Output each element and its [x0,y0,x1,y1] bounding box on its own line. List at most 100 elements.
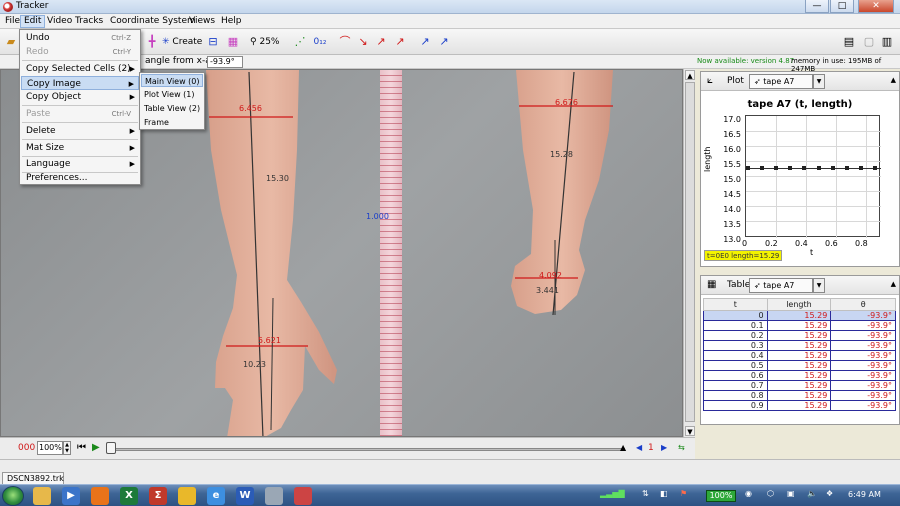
clock[interactable]: 6:49 AM [848,490,881,499]
table-row[interactable]: 0.1 15.29 -93.9° [703,320,896,331]
loop-icon[interactable]: ⇆ [678,442,685,454]
tray-app-icon[interactable]: ❖ [826,489,833,498]
scroll-up-icon[interactable]: ▲ [685,70,695,80]
plot-view-item[interactable]: Plot View (1) [141,88,203,101]
column-header-length[interactable]: length [766,298,832,311]
reset-icon[interactable]: ⏮ [77,442,86,454]
column-header-t[interactable]: t [703,298,768,311]
table-view-item[interactable]: Table View (2) [141,102,203,115]
table-cell[interactable]: 15.29 [766,320,832,331]
ie-icon[interactable]: e [207,487,225,505]
word-icon[interactable]: W [236,487,254,505]
table-cell[interactable]: -93.9° [830,350,896,361]
measure-label[interactable]: 6.456 [239,104,262,113]
table-cell[interactable]: 0.4 [703,350,768,361]
table-cell[interactable]: 0.7 [703,380,768,391]
data-point[interactable] [760,166,765,171]
table-cell[interactable]: 15.29 [766,370,832,381]
vector-a-icon[interactable]: ↗ [418,35,432,49]
language-item[interactable]: Language ▶ [21,157,139,171]
redo-item[interactable]: Redo Ctrl-Y [21,45,139,59]
trail-icon[interactable]: ⋰ [293,35,307,49]
measure-label[interactable]: 4.092 [539,271,562,280]
frame-number[interactable]: 000 [18,443,35,453]
table-cell[interactable]: -93.9° [830,370,896,381]
table-cell[interactable]: 0.6 [703,370,768,381]
zoom-field[interactable]: 100% [37,441,63,455]
frame-item[interactable]: Frame [141,116,203,129]
data-point[interactable] [816,166,821,171]
table-cell[interactable]: 15.29 [766,380,832,391]
table-row[interactable]: 0.3 15.29 -93.9° [703,340,896,351]
table-cell[interactable]: -93.9° [830,400,896,411]
update-notice[interactable]: Now available: version 4.87 [697,57,794,65]
step-size[interactable]: 1 [648,443,654,453]
table-cell[interactable]: 0.5 [703,360,768,371]
video-scrollbar[interactable]: ▲ ▼ [683,69,695,437]
menu-tracks[interactable]: Tracks [72,15,106,28]
firefox-icon[interactable] [91,487,109,505]
zoom-button[interactable]: ⚲ 25% [250,33,279,51]
table-cell[interactable]: 0.1 [703,320,768,331]
table-row[interactable]: 0.4 15.29 -93.9° [703,350,896,361]
position-x-icon[interactable]: ↘ [356,35,370,49]
table-cell[interactable]: 15.29 [766,360,832,371]
sigma-icon[interactable]: Σ [149,487,167,505]
collapse-icon[interactable]: ▲ [891,76,896,84]
media-player-icon[interactable]: ▶ [62,487,80,505]
measure-label[interactable]: 3.441 [536,286,559,295]
measure-label[interactable]: 10.23 [243,360,266,369]
data-table[interactable]: t length θ 0 15.29 -93.9° 0.1 15.29 -93.9° 0.2… [703,298,896,411]
measure-label[interactable]: 6.676 [555,98,578,107]
end-marker-icon[interactable]: ▲ [620,442,626,454]
copy-object-item[interactable]: Copy Object ▶ [21,90,139,104]
measure-label[interactable]: 15.28 [550,150,573,159]
mat-size-item[interactable]: Mat Size ▶ [21,141,139,155]
table-cell[interactable]: 0.8 [703,390,768,401]
data-point[interactable] [830,166,835,171]
copy-selected-cells-item[interactable]: Copy Selected Cells (2) ▶ [21,62,139,76]
create-button[interactable]: ✳ Create [162,33,202,51]
menu-edit[interactable]: Edit [20,15,46,28]
data-point[interactable] [788,166,793,171]
refresh-icon[interactable]: ▢ [862,35,876,49]
menu-help[interactable]: Help [218,15,245,28]
explorer-icon[interactable] [33,487,51,505]
table-track-selector[interactable]: ➶ tape A7 [749,278,813,293]
data-point[interactable] [873,166,877,171]
notepad-icon[interactable] [265,487,283,505]
tray-app-icon[interactable]: ◧ [660,489,668,498]
chevron-down-icon[interactable]: ▼ [813,74,825,89]
data-point[interactable] [858,166,863,171]
velocity-icon[interactable]: ↗ [374,35,388,49]
tape-tool-icon[interactable]: ╋ [145,35,159,49]
maximize-button[interactable]: □ [830,0,854,13]
table-cell[interactable]: 15.29 [766,400,832,411]
table-cell[interactable]: 15.29 [766,350,832,361]
angle-field[interactable]: -93.9° [207,56,243,68]
table-cell[interactable]: -93.9° [830,340,896,351]
tray-app-icon[interactable]: ▣ [787,489,795,498]
table-cell[interactable]: 15.29 [766,310,832,321]
play-icon[interactable]: ▶ [92,442,100,454]
column-header-theta[interactable]: θ [830,298,896,311]
table-cell[interactable]: 0.2 [703,330,768,341]
paste-item[interactable]: Paste Ctrl-V [21,107,139,121]
table-cell[interactable]: 0.3 [703,340,768,351]
step-forward-icon[interactable]: ▶ [661,442,667,454]
measure-label[interactable]: 5.621 [258,336,281,345]
excel-icon[interactable]: X [120,487,138,505]
table-cell[interactable]: -93.9° [830,360,896,371]
menu-coordinate-system[interactable]: Coordinate System [107,15,199,28]
close-button[interactable]: ✕ [858,0,894,13]
calibration-label[interactable]: 1.000 [366,212,389,221]
undo-item[interactable]: Undo Ctrl-Z [21,31,139,45]
tray-app-icon[interactable]: ◉ [745,489,752,498]
label-icon[interactable]: 0₁₂ [313,35,327,49]
plot-area[interactable] [745,115,881,238]
table-cell[interactable]: -93.9° [830,390,896,401]
menu-video[interactable]: Video [44,15,75,28]
collapse-icon[interactable]: ▲ [891,280,896,288]
data-point[interactable] [774,166,779,171]
copy-image-item[interactable]: Copy Image ▶ [21,76,139,90]
